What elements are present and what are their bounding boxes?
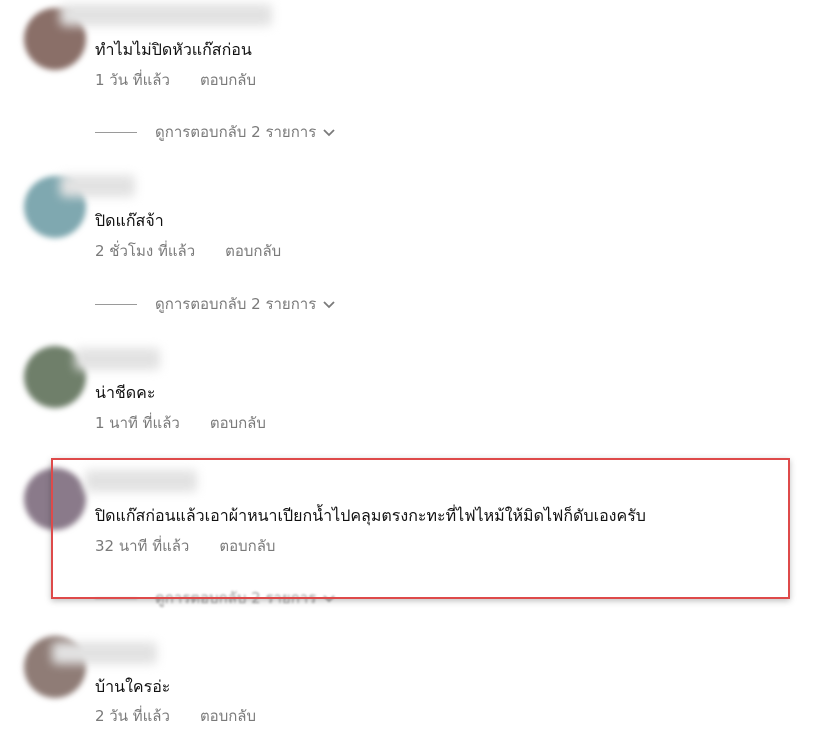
chevron-down-icon bbox=[322, 589, 336, 609]
author-name-redacted bbox=[60, 175, 135, 197]
reply-button[interactable]: ตอบกลับ bbox=[219, 537, 275, 555]
comment-time: 32 นาที ที่แล้ว bbox=[95, 537, 190, 555]
comment-time: 1 นาที ที่แล้ว bbox=[95, 414, 180, 432]
comment-time: 2 ชั่วโมง ที่แล้ว bbox=[95, 242, 196, 260]
divider-line bbox=[95, 598, 137, 599]
author-name-redacted bbox=[85, 470, 197, 492]
comment-time: 2 วัน ที่แล้ว bbox=[95, 707, 170, 725]
comment-text: บ้านใครอ่ะ bbox=[95, 677, 171, 696]
view-replies-label: ดูการตอบกลับ 2 รายการ bbox=[155, 295, 317, 313]
comment-text: ปิดแก๊สก่อนแล้วเอาผ้าหนาเปียกน้ำไปคลุมตร… bbox=[95, 506, 646, 525]
view-replies-label: ดูการตอบกลับ 2 รายการ bbox=[155, 589, 317, 607]
view-replies-button[interactable]: ดูการตอบกลับ 2 รายการ bbox=[95, 588, 336, 608]
author-name-redacted bbox=[60, 4, 272, 26]
comment-meta: 1 นาที ที่แล้ว ตอบกลับ bbox=[95, 413, 266, 433]
reply-button[interactable]: ตอบกลับ bbox=[225, 242, 281, 260]
comment-text: น่าชีดคะ bbox=[95, 383, 156, 402]
comment-meta: 32 นาที ที่แล้ว ตอบกลับ bbox=[95, 536, 275, 556]
reply-button[interactable]: ตอบกลับ bbox=[200, 71, 256, 89]
divider-line bbox=[95, 304, 137, 305]
comment-meta: 2 วัน ที่แล้ว ตอบกลับ bbox=[95, 706, 256, 726]
author-name-redacted bbox=[52, 642, 157, 664]
comment-meta: 1 วัน ที่แล้ว ตอบกลับ bbox=[95, 70, 256, 90]
comment-meta: 2 ชั่วโมง ที่แล้ว ตอบกลับ bbox=[95, 241, 281, 261]
avatar[interactable] bbox=[24, 468, 86, 530]
chevron-down-icon bbox=[322, 295, 336, 315]
author-name-redacted bbox=[75, 348, 160, 370]
comment-time: 1 วัน ที่แล้ว bbox=[95, 71, 170, 89]
comment-text: ปิดแก๊สจ้า bbox=[95, 211, 164, 230]
view-replies-button[interactable]: ดูการตอบกลับ 2 รายการ bbox=[95, 294, 336, 314]
reply-button[interactable]: ตอบกลับ bbox=[200, 707, 256, 725]
reply-button[interactable]: ตอบกลับ bbox=[210, 414, 266, 432]
view-replies-label: ดูการตอบกลับ 2 รายการ bbox=[155, 123, 317, 141]
comment-text: ทำไมไม่ปิดหัวแก๊สก่อน bbox=[95, 40, 252, 59]
divider-line bbox=[95, 132, 137, 133]
view-replies-button[interactable]: ดูการตอบกลับ 2 รายการ bbox=[95, 122, 336, 142]
chevron-down-icon bbox=[322, 123, 336, 143]
